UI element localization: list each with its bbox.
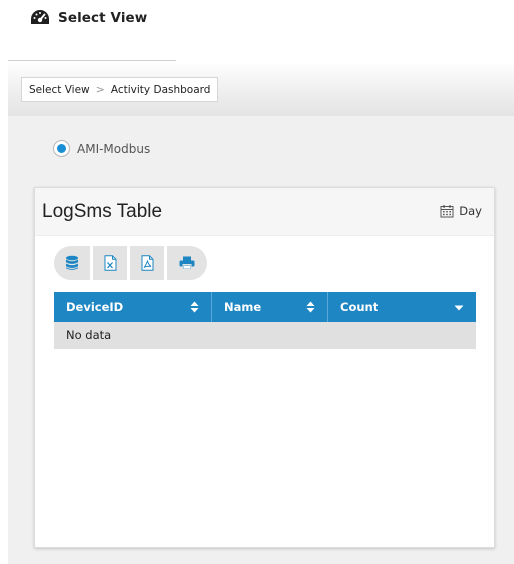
- column-header-label: Count: [340, 300, 379, 314]
- range-selector[interactable]: Day: [440, 204, 482, 218]
- database-button[interactable]: [54, 246, 90, 280]
- print-button[interactable]: [167, 246, 207, 280]
- breadcrumb-separator: >: [95, 83, 105, 96]
- breadcrumb-item-select-view[interactable]: Select View: [29, 84, 90, 96]
- column-header-name[interactable]: Name: [212, 292, 328, 322]
- page-title: Select View: [58, 10, 148, 26]
- pdf-export-icon: [141, 255, 154, 271]
- breadcrumb: Select View > Activity Dashboard: [21, 77, 219, 102]
- sort-icon[interactable]: [190, 301, 199, 313]
- breadcrumb-item-activity-dashboard[interactable]: Activity Dashboard: [111, 84, 211, 96]
- page-header: Select View: [30, 9, 147, 27]
- calendar-icon: [440, 204, 454, 218]
- column-header-label: Name: [224, 300, 262, 314]
- dashboard-gauge-icon: [30, 9, 50, 27]
- radio-button[interactable]: [53, 140, 70, 157]
- column-header-deviceid[interactable]: DeviceID: [54, 292, 212, 322]
- header-divider: [8, 60, 176, 61]
- sort-icon[interactable]: [306, 301, 315, 313]
- page: Select View Select View > Activity Dashb…: [0, 0, 514, 564]
- column-header-label: DeviceID: [66, 300, 124, 314]
- export-excel-button[interactable]: [93, 246, 127, 280]
- radio-checked-dot: [57, 144, 66, 153]
- print-icon: [179, 256, 195, 270]
- card-header: LogSms Table Day: [35, 188, 494, 236]
- card-title: LogSms Table: [42, 201, 163, 222]
- empty-row: No data: [54, 322, 476, 349]
- column-header-count[interactable]: Count: [328, 292, 476, 322]
- export-pdf-button[interactable]: [130, 246, 164, 280]
- radio-label: AMI-Modbus: [77, 141, 151, 156]
- export-toolbar: [54, 246, 210, 280]
- database-icon: [65, 255, 79, 271]
- radio-option-ami-modbus[interactable]: AMI-Modbus: [53, 140, 150, 157]
- range-label: Day: [459, 204, 482, 218]
- grid-header-row: DeviceID Name Count: [54, 292, 476, 322]
- sort-descending-icon[interactable]: [454, 305, 464, 311]
- logsms-table-card: LogSms Table Day DeviceID Name Count No …: [34, 187, 495, 548]
- excel-export-icon: [104, 255, 117, 271]
- logsms-data-grid: DeviceID Name Count No data: [54, 292, 476, 349]
